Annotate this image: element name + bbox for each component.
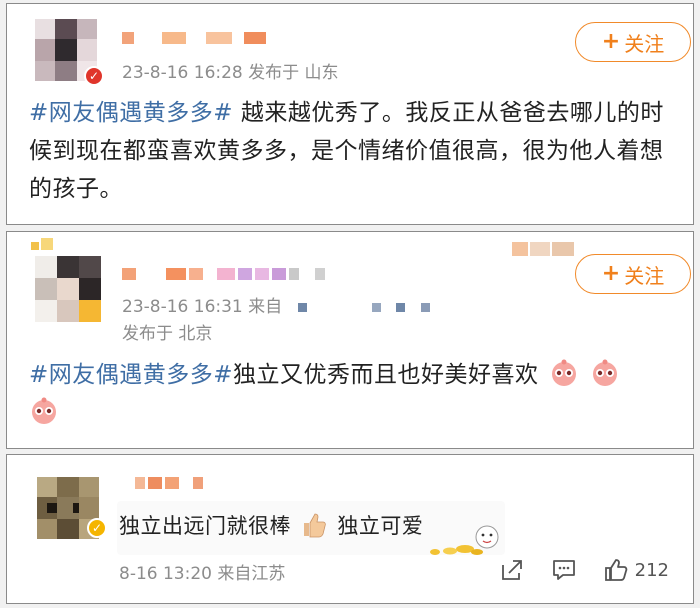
- comment-button[interactable]: [551, 557, 577, 583]
- post-text: 独立又优秀而且也好美好喜欢: [233, 362, 539, 388]
- post-time-source: 23-8-16 16:31 来自: [122, 297, 283, 317]
- plus-icon: +: [601, 261, 621, 286]
- hashtag-link[interactable]: #网友偶遇黄多多#: [29, 362, 233, 388]
- pink-blush-emoji-icon: [549, 358, 579, 388]
- plus-icon: +: [601, 29, 621, 54]
- like-icon: [603, 557, 629, 583]
- follow-label: 关注: [624, 263, 665, 288]
- thumbs-up-icon: [300, 511, 328, 539]
- verified-badge-icon: ✓: [84, 66, 104, 86]
- follow-button[interactable]: + 关注: [575, 22, 691, 62]
- hashtag-link[interactable]: #网友偶遇黄多多#: [29, 100, 233, 126]
- comment-text-b: 独立可爱: [337, 514, 424, 538]
- like-button[interactable]: 212: [603, 557, 669, 583]
- share-icon: [499, 557, 525, 583]
- username-redacted[interactable]: [135, 477, 203, 489]
- pink-blush-emoji-icon: [590, 358, 620, 388]
- post-meta: 23-8-16 16:31 来自: [122, 292, 430, 317]
- username-redacted[interactable]: [122, 268, 325, 280]
- post-location: 发布于 北京: [122, 324, 213, 344]
- device-redacted: [297, 297, 430, 317]
- username-redacted-extra: [512, 242, 574, 256]
- username-redacted[interactable]: [122, 32, 266, 44]
- decorative-sticker-icon: [425, 521, 505, 557]
- comment-text-a: 独立出远门就很棒: [119, 514, 291, 538]
- post-card: 23-8-16 16:31 来自 发布于 北京 + 关注 #网友偶遇黄多多#独立…: [6, 231, 694, 449]
- comment-actions: 212: [499, 557, 669, 583]
- follow-button[interactable]: + 关注: [575, 254, 691, 294]
- comment-meta: 8-16 13:20 来自江苏: [119, 564, 286, 584]
- avatar-frame-decoration: [31, 238, 57, 252]
- pink-blush-emoji-icon: [29, 396, 59, 426]
- verified-badge-icon: ✓: [87, 518, 107, 538]
- post-body: #网友偶遇黄多多# 越来越优秀了。我反正从爸爸去哪儿的时候到现在都蛮喜欢黄多多，…: [29, 94, 669, 208]
- follow-label: 关注: [624, 31, 665, 56]
- avatar[interactable]: [35, 256, 101, 322]
- comment-card: ✓ 独立出远门就很棒 独立可爱 8-16 13:20 来自江苏 212: [6, 454, 694, 604]
- post-meta: 23-8-16 16:28 发布于 山东: [122, 63, 339, 83]
- share-button[interactable]: [499, 557, 525, 583]
- like-count: 212: [634, 559, 669, 581]
- post-body: #网友偶遇黄多多#独立又优秀而且也好美好喜欢: [29, 356, 679, 432]
- comment-body: 独立出远门就很棒 独立可爱: [119, 507, 423, 545]
- post-card: ✓ 23-8-16 16:28 发布于 山东 + 关注 #网友偶遇黄多多# 越来…: [6, 3, 694, 225]
- comment-icon: [551, 557, 577, 583]
